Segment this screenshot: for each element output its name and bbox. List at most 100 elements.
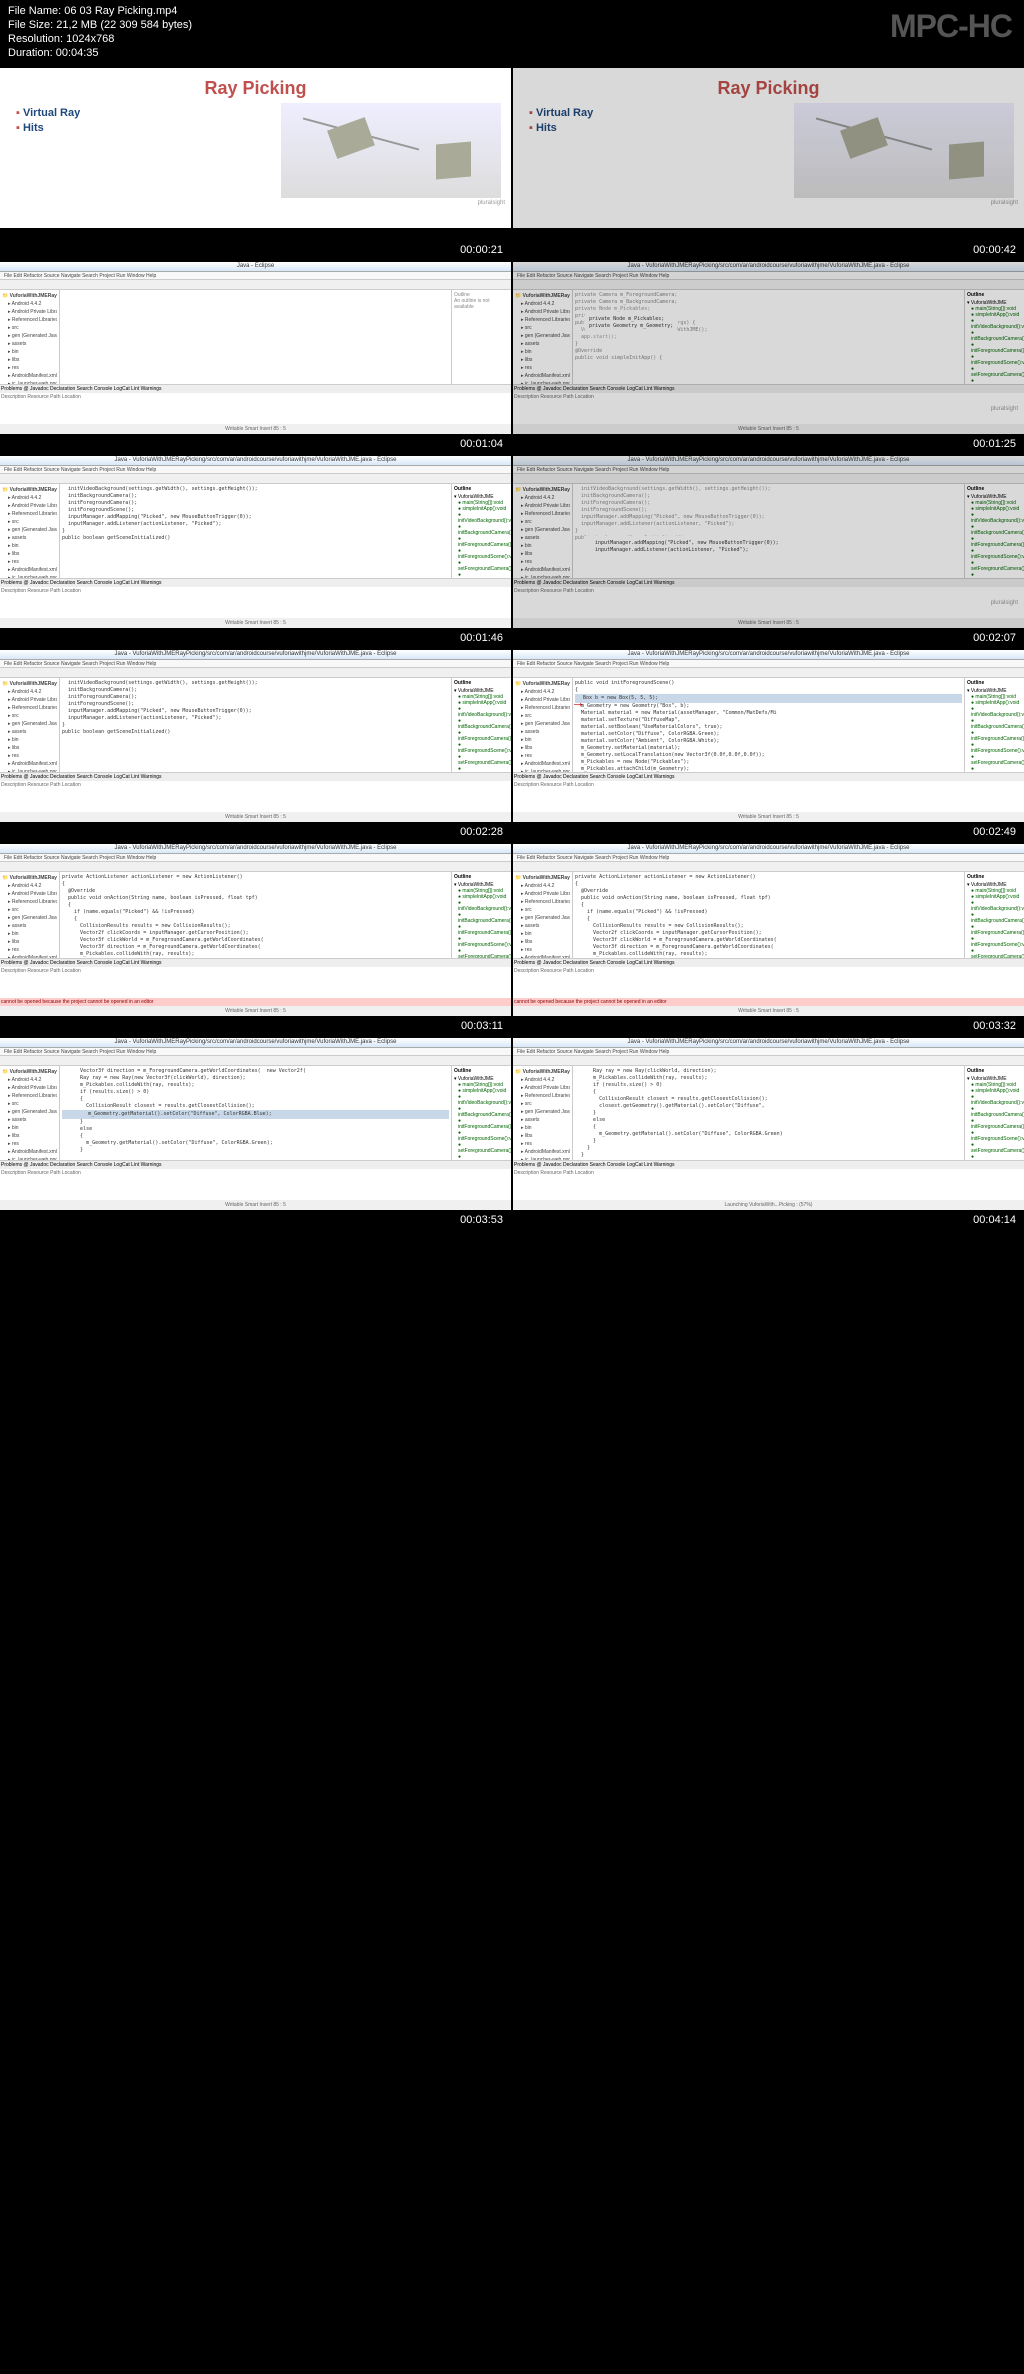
problems-panel[interactable]: Problems @ Javadoc Declaration Search Co… <box>0 1160 511 1200</box>
slide-title: Ray Picking <box>16 78 495 99</box>
file-info-header: File Name: 06 03 Ray Picking.mp4 File Si… <box>0 0 1024 68</box>
problems-panel[interactable]: Problems @ Javadoc Declaration Search Co… <box>0 772 511 812</box>
ide-frame: Java - VuforiaWithJMERayPicking/src/com/… <box>0 1038 511 1210</box>
outline-panel[interactable]: Outline▾ VuforiaWithJME● main(String[]):… <box>964 290 1024 384</box>
ide-frame: Java - VuforiaWithJMERayPicking/src/com/… <box>513 456 1024 628</box>
menu-bar[interactable]: File Edit Refactor Source Navigate Searc… <box>0 660 511 668</box>
toolbar[interactable] <box>513 280 1024 290</box>
thumbnail-cell: Java - VuforiaWithJMERayPicking/src/com/… <box>0 650 511 842</box>
window-title: Java - VuforiaWithJMERayPicking/src/com/… <box>0 650 511 660</box>
package-explorer[interactable]: 📁 VuforiaWithJMERayPicking▸ Android 4.4.… <box>513 290 573 384</box>
status-bar: Writable Smart Insert 85 : 5 <box>513 618 1024 628</box>
package-explorer[interactable]: 📁 VuforiaWithJMERayPicking▸ Android 4.4.… <box>0 484 60 578</box>
package-explorer[interactable]: 📁 VuforiaWithJMERayPicking▸ Android 4.4.… <box>513 1066 573 1160</box>
outline-panel[interactable]: Outline▾ VuforiaWithJME● main(String[]):… <box>451 484 511 578</box>
code-editor[interactable]: Vector3f direction = m_ForegroundCamera.… <box>60 1066 451 1160</box>
status-bar: Writable Smart Insert 85 : 5 <box>0 618 511 628</box>
problems-panel[interactable]: Problems @ Javadoc Declaration Search Co… <box>513 772 1024 812</box>
menu-bar[interactable]: File Edit Refactor Source Navigate Searc… <box>0 466 511 474</box>
slide-frame: Ray Picking Virtual Ray Hits pluralsight <box>0 68 511 228</box>
package-explorer[interactable]: 📁 VuforiaWithJMERayPicking▸ Android 4.4.… <box>0 1066 60 1160</box>
problems-panel[interactable]: Problems @ Javadoc Declaration Search Co… <box>513 1160 1024 1200</box>
menu-bar[interactable]: File Edit Refactor Source Navigate Searc… <box>513 1048 1024 1056</box>
toolbar[interactable] <box>0 280 511 290</box>
package-explorer[interactable]: 📁 VuforiaWithJMERayPicking▸ Android 4.4.… <box>0 290 60 384</box>
code-editor[interactable]: private Camera m_ForegroundCamera;privat… <box>573 290 964 384</box>
toolbar[interactable] <box>0 668 511 678</box>
status-bar: Writable Smart Insert 85 : 5 <box>0 1200 511 1210</box>
window-title: Java - VuforiaWithJMERayPicking/src/com/… <box>513 456 1024 466</box>
menu-bar[interactable]: File Edit Refactor Source Navigate Searc… <box>513 854 1024 862</box>
status-bar: Writable Smart Insert 85 : 5 <box>0 812 511 822</box>
ide-frame: Java - VuforiaWithJMERayPicking/src/com/… <box>513 1038 1024 1210</box>
status-bar: Writable Smart Insert 85 : 5 <box>0 1006 511 1016</box>
menu-bar[interactable]: File Edit Refactor Source Navigate Searc… <box>0 1048 511 1056</box>
timestamp: 00:02:49 <box>513 822 1024 842</box>
toolbar[interactable] <box>0 862 511 872</box>
thumbnail-cell: Java - VuforiaWithJMERayPicking/src/com/… <box>513 262 1024 454</box>
problems-panel[interactable]: Problems @ Javadoc Declaration Search Co… <box>513 958 1024 998</box>
timestamp: 00:04:14 <box>513 1210 1024 1230</box>
menu-bar[interactable]: File Edit Refactor Source Navigate Searc… <box>513 272 1024 280</box>
menu-bar[interactable]: File Edit Refactor Source Navigate Searc… <box>0 854 511 862</box>
timestamp: 00:00:42 <box>513 240 1024 260</box>
ide-frame: Java - VuforiaWithJMERayPicking/src/com/… <box>513 844 1024 1016</box>
outline-panel[interactable]: OutlineAn outline is not available <box>451 290 511 384</box>
window-title: Java - VuforiaWithJMERayPicking/src/com/… <box>513 650 1024 660</box>
outline-panel[interactable]: Outline▾ VuforiaWithJME● main(String[]):… <box>964 872 1024 958</box>
status-bar: Writable Smart Insert 85 : 5 <box>513 424 1024 434</box>
package-explorer[interactable]: 📁 VuforiaWithJMERayPicking▸ Android 4.4.… <box>513 678 573 772</box>
timestamp: 00:03:32 <box>513 1016 1024 1036</box>
ide-frame: Java - VuforiaWithJMERayPicking/src/com/… <box>0 650 511 822</box>
toolbar[interactable] <box>513 668 1024 678</box>
outline-panel[interactable]: Outline▾ VuforiaWithJME● main(String[]):… <box>964 678 1024 772</box>
thumbnail-cell: Java - VuforiaWithJMERayPicking/src/com/… <box>513 456 1024 648</box>
outline-panel[interactable]: Outline▾ VuforiaWithJME● main(String[]):… <box>964 484 1024 578</box>
timestamp: 00:03:11 <box>0 1016 511 1036</box>
outline-panel[interactable]: Outline▾ VuforiaWithJME● main(String[]):… <box>451 1066 511 1160</box>
package-explorer[interactable]: 📁 VuforiaWithJMERayPicking▸ Android 4.4.… <box>0 678 60 772</box>
ide-frame: Java - VuforiaWithJMERayPicking/src/com/… <box>513 262 1024 434</box>
player-logo: MPC-HC <box>890 8 1012 45</box>
problems-panel[interactable]: Problems @ Javadoc Declaration Search Co… <box>0 578 511 618</box>
code-editor[interactable]: initVideoBackground(settings.getWidth(),… <box>60 484 451 578</box>
ide-frame: Java - VuforiaWithJMERayPicking/src/com/… <box>513 650 1024 822</box>
problems-panel[interactable]: Problems @ Javadoc Declaration Search Co… <box>513 384 1024 424</box>
toolbar[interactable] <box>513 474 1024 484</box>
problems-panel[interactable]: Problems @ Javadoc Declaration Search Co… <box>0 384 511 424</box>
problems-panel[interactable]: Problems @ Javadoc Declaration Search Co… <box>0 958 511 998</box>
thumbnail-cell: Java - VuforiaWithJMERayPicking/src/com/… <box>513 844 1024 1036</box>
scene-3d <box>794 103 1014 198</box>
package-explorer[interactable]: 📁 VuforiaWithJMERayPicking▸ Android 4.4.… <box>0 872 60 958</box>
menu-bar[interactable]: File Edit Refactor Source Navigate Searc… <box>513 466 1024 474</box>
outline-panel[interactable]: Outline▾ VuforiaWithJME● main(String[]):… <box>451 872 511 958</box>
toolbar[interactable] <box>0 474 511 484</box>
ide-frame: Java - VuforiaWithJMERayPicking/src/com/… <box>0 844 511 1016</box>
status-bar: Writable Smart Insert 85 : 5 <box>0 424 511 434</box>
menu-bar[interactable]: File Edit Refactor Source Navigate Searc… <box>513 660 1024 668</box>
package-explorer[interactable]: 📁 VuforiaWithJMERayPicking▸ Android 4.4.… <box>513 484 573 578</box>
timestamp: 00:02:07 <box>513 628 1024 648</box>
ide-frame: Java - Eclipse File Edit Refactor Source… <box>0 262 511 434</box>
code-editor[interactable]: →public void initForegroundScene(){ Box … <box>573 678 964 772</box>
package-explorer[interactable]: 📁 VuforiaWithJMERayPicking▸ Android 4.4.… <box>513 872 573 958</box>
code-editor[interactable]: initVideoBackground(settings.getWidth(),… <box>60 678 451 772</box>
code-editor[interactable]: private ActionListener actionListener = … <box>573 872 964 958</box>
thumbnail-cell: Java - VuforiaWithJMERayPicking/src/com/… <box>513 650 1024 842</box>
window-title: Java - Eclipse <box>0 262 511 272</box>
outline-panel[interactable]: Outline▾ VuforiaWithJME● main(String[]):… <box>964 1066 1024 1160</box>
timestamp: 00:02:28 <box>0 822 511 842</box>
menu-bar[interactable]: File Edit Refactor Source Navigate Searc… <box>0 272 511 280</box>
toolbar[interactable] <box>0 1056 511 1066</box>
outline-panel[interactable]: Outline▾ VuforiaWithJME● main(String[]):… <box>451 678 511 772</box>
slide-title: Ray Picking <box>529 78 1008 99</box>
toolbar[interactable] <box>513 1056 1024 1066</box>
code-editor[interactable]: private ActionListener actionListener = … <box>60 872 451 958</box>
problems-panel[interactable]: Problems @ Javadoc Declaration Search Co… <box>513 578 1024 618</box>
code-editor[interactable]: initVideoBackground(settings.getWidth(),… <box>573 484 964 578</box>
code-editor[interactable]: Ray ray = new Ray(clickWorld, direction)… <box>573 1066 964 1160</box>
toolbar[interactable] <box>513 862 1024 872</box>
scene-3d <box>281 103 501 198</box>
thumbnail-cell: Java - VuforiaWithJMERayPicking/src/com/… <box>0 844 511 1036</box>
code-editor[interactable] <box>60 290 451 384</box>
